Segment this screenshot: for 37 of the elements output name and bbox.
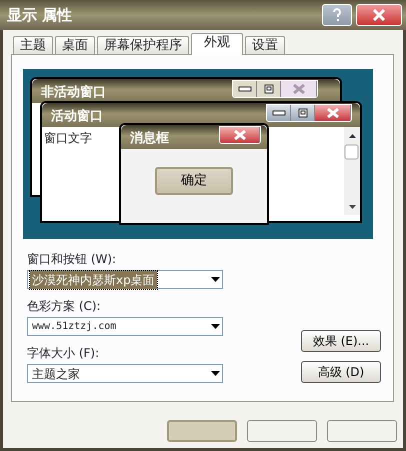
dialog-button[interactable] [247, 420, 317, 442]
tab[interactable]: 屏幕保护程序 [97, 36, 189, 54]
minimize-button[interactable] [267, 105, 291, 121]
maximize-button[interactable] [257, 81, 281, 97]
close-button[interactable] [315, 105, 351, 121]
tab[interactable]: 桌面 [55, 36, 95, 54]
help-button[interactable] [322, 4, 352, 26]
side-button[interactable]: 高级 (D) [301, 361, 381, 383]
dialog-button[interactable] [327, 420, 397, 442]
minimize-icon [238, 85, 252, 93]
field-label: 字体大小 (F): [27, 345, 100, 362]
window-title: 显示 属性 [7, 4, 74, 26]
close-icon [292, 84, 306, 94]
tab[interactable]: 外观 [191, 33, 243, 55]
dropdown[interactable]: 沙漠死神内瑟斯xp桌面 [27, 270, 223, 289]
minimize-button[interactable] [233, 81, 257, 97]
window-text: 窗口文字 [44, 131, 92, 145]
scrollbar[interactable] [344, 127, 360, 215]
close-icon [326, 108, 340, 118]
maximize-icon [264, 84, 274, 94]
help-icon [332, 8, 342, 22]
dropdown[interactable]: 主题之家 [27, 364, 223, 383]
caret-icon [211, 371, 220, 376]
tab[interactable]: 主题 [13, 36, 53, 54]
dropdown[interactable]: www.51ztzj.com [27, 317, 223, 336]
caret-icon [211, 324, 220, 329]
minimize-icon [272, 109, 286, 117]
tab[interactable]: 设置 [245, 36, 285, 54]
field-label: 窗口和按钮 (W): [27, 251, 118, 268]
side-button[interactable]: 效果 (E)... [301, 330, 381, 352]
ok-button[interactable]: 确定 [155, 167, 233, 195]
field-label: 色彩方案 (C): [27, 298, 102, 315]
close-icon [232, 130, 246, 140]
maximize-button[interactable] [291, 105, 315, 121]
maximize-icon [298, 108, 308, 118]
caret-icon [211, 277, 220, 282]
close-icon [372, 9, 386, 21]
